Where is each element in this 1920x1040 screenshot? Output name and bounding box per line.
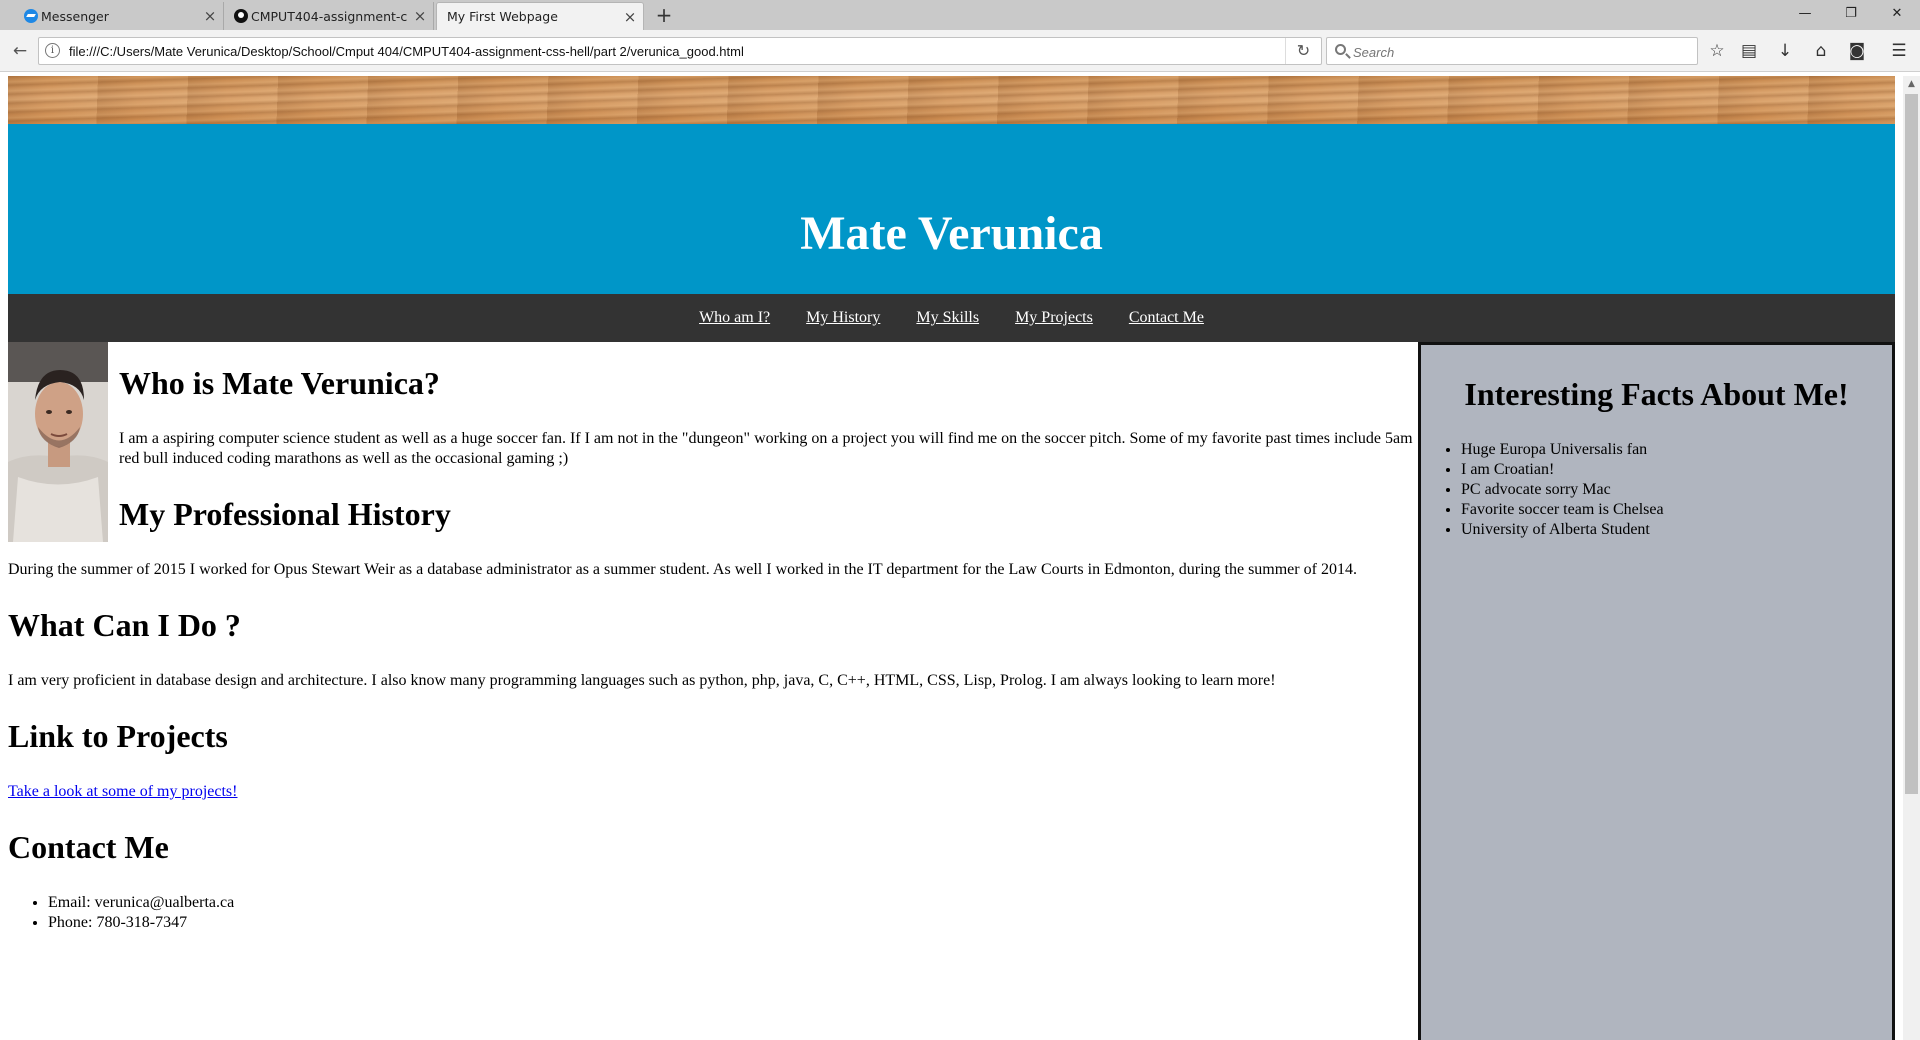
url-bar[interactable]: i file:///C:/Users/Mate Verunica/Desktop… bbox=[38, 37, 1322, 65]
page-title: Mate Verunica bbox=[800, 207, 1103, 260]
fact-item: Favorite soccer team is Chelsea bbox=[1461, 500, 1664, 520]
vertical-scrollbar[interactable]: ▲ bbox=[1903, 76, 1920, 1040]
tab-label: CMPUT404-assignment-c... bbox=[251, 8, 407, 24]
restore-button[interactable]: ❐ bbox=[1828, 0, 1874, 28]
nav-link-projects[interactable]: My Projects bbox=[1015, 294, 1093, 342]
page-viewport: Mate Verunica Who am I? My History My Sk… bbox=[0, 76, 1920, 1040]
scrollbar-thumb[interactable] bbox=[1905, 94, 1918, 794]
site-info-icon[interactable]: i bbox=[45, 43, 60, 58]
nav-link-skills[interactable]: My Skills bbox=[916, 294, 979, 342]
nav-link-who[interactable]: Who am I? bbox=[699, 294, 770, 342]
skills-heading: What Can I Do ? bbox=[8, 607, 241, 643]
facts-sidebar: Interesting Facts About Me! Huge Europa … bbox=[1418, 342, 1895, 1040]
back-button[interactable]: ← bbox=[7, 38, 33, 64]
facts-list: Huge Europa Universalis fan I am Croatia… bbox=[1421, 440, 1664, 540]
scroll-up-arrow-icon[interactable]: ▲ bbox=[1903, 76, 1920, 93]
reading-list-icon[interactable]: ▤ bbox=[1736, 38, 1762, 64]
close-tab-icon[interactable]: × bbox=[197, 7, 223, 25]
search-input[interactable] bbox=[1353, 42, 1683, 62]
tab-strip: Messenger × CMPUT404-assignment-c... × M… bbox=[0, 0, 1920, 30]
tab-my-first-webpage[interactable]: My First Webpage × bbox=[436, 2, 644, 30]
facts-heading: Interesting Facts About Me! bbox=[1464, 376, 1849, 412]
nav-link-contact[interactable]: Contact Me bbox=[1129, 294, 1204, 342]
search-box[interactable] bbox=[1326, 37, 1698, 65]
tab-github[interactable]: CMPUT404-assignment-c... × bbox=[226, 2, 434, 30]
home-icon[interactable]: ⌂ bbox=[1808, 38, 1834, 64]
history-heading: My Professional History bbox=[119, 496, 451, 532]
browser-toolbar: ← i file:///C:/Users/Mate Verunica/Deskt… bbox=[0, 30, 1920, 72]
main-content: Who is Mate Verunica? I am a aspiring co… bbox=[8, 342, 1418, 1040]
tab-messenger[interactable]: Messenger × bbox=[16, 2, 224, 30]
skills-text: I am very proficient in database design … bbox=[8, 672, 1276, 689]
fact-item: I am Croatian! bbox=[1461, 460, 1664, 480]
download-icon[interactable]: ↓ bbox=[1772, 38, 1798, 64]
projects-link[interactable]: Take a look at some of my projects! bbox=[8, 783, 237, 801]
wood-texture-strip bbox=[8, 76, 1895, 124]
who-text: I am a aspiring computer science student… bbox=[119, 430, 1413, 467]
minimize-button[interactable]: — bbox=[1782, 0, 1828, 28]
site-nav: Who am I? My History My Skills My Projec… bbox=[8, 294, 1895, 342]
nav-link-history[interactable]: My History bbox=[806, 294, 880, 342]
menu-icon[interactable]: ☰ bbox=[1886, 38, 1912, 64]
header-banner: Mate Verunica bbox=[8, 124, 1895, 294]
tab-label: Messenger bbox=[41, 8, 109, 24]
new-tab-button[interactable]: + bbox=[652, 3, 676, 27]
history-text: During the summer of 2015 I worked for O… bbox=[8, 561, 1357, 578]
fact-item: University of Alberta Student bbox=[1461, 520, 1664, 540]
contact-list: Email: verunica@ualberta.ca Phone: 780-3… bbox=[8, 893, 234, 933]
reload-icon[interactable]: ↻ bbox=[1285, 38, 1321, 64]
fact-item: Huge Europa Universalis fan bbox=[1461, 440, 1664, 460]
contact-heading: Contact Me bbox=[8, 829, 169, 865]
bookmark-star-icon[interactable]: ☆ bbox=[1704, 38, 1730, 64]
messenger-icon bbox=[24, 9, 38, 23]
fact-item: PC advocate sorry Mac bbox=[1461, 480, 1664, 500]
search-icon bbox=[1335, 44, 1346, 55]
close-tab-icon[interactable]: × bbox=[617, 8, 643, 26]
webpage: Mate Verunica Who am I? My History My Sk… bbox=[8, 76, 1895, 1040]
close-window-button[interactable]: ✕ bbox=[1874, 0, 1920, 28]
pocket-icon[interactable]: ◙ bbox=[1844, 38, 1870, 64]
contact-phone: Phone: 780-318-7347 bbox=[48, 913, 234, 933]
contact-email: Email: verunica@ualberta.ca bbox=[48, 893, 234, 913]
who-heading: Who is Mate Verunica? bbox=[119, 365, 440, 401]
url-text[interactable]: file:///C:/Users/Mate Verunica/Desktop/S… bbox=[69, 44, 744, 59]
projects-heading: Link to Projects bbox=[8, 718, 228, 754]
profile-photo bbox=[8, 342, 108, 542]
github-icon bbox=[234, 9, 248, 23]
close-tab-icon[interactable]: × bbox=[407, 7, 433, 25]
tab-label: My First Webpage bbox=[447, 9, 558, 24]
